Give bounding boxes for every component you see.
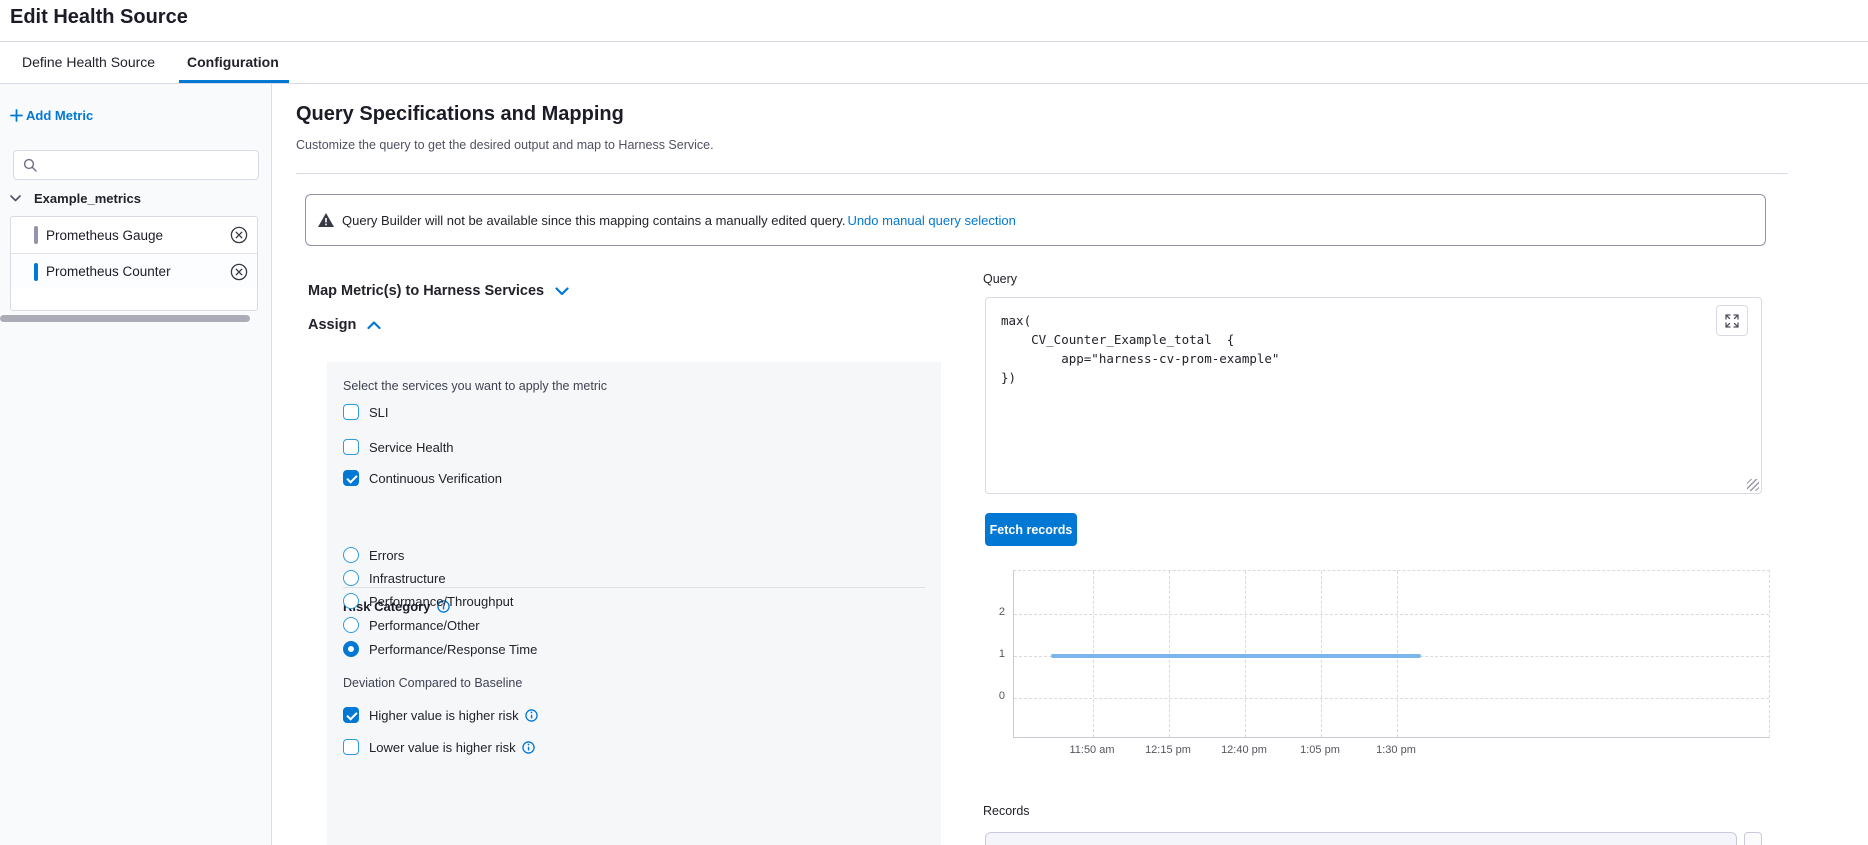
query-editor[interactable]: max( CV_Counter_Example_total { app="har…: [985, 297, 1762, 494]
radio-button[interactable]: [343, 593, 359, 609]
search-icon: [23, 158, 37, 172]
radio-button[interactable]: [343, 641, 359, 657]
section-divider: [296, 173, 1788, 174]
remove-metric-icon[interactable]: [230, 226, 248, 244]
chevron-down-icon: [10, 195, 21, 202]
x-axis-tick: 12:15 pm: [1138, 744, 1198, 756]
add-metric-button[interactable]: Add Metric: [10, 108, 93, 123]
radio-performance-throughput[interactable]: Performance/Throughput: [343, 593, 514, 609]
radio-label: Performance/Throughput: [369, 594, 514, 609]
edit-health-source-screen: Edit Health Source Define Health Source …: [0, 0, 1868, 845]
map-metrics-toggle[interactable]: Map Metric(s) to Harness Services: [308, 283, 569, 299]
deviation-label: Deviation Compared to Baseline: [343, 676, 522, 690]
checkbox-sli[interactable]: SLI: [343, 404, 389, 420]
main-content: Query Specifications and Mapping Customi…: [272, 84, 1868, 845]
tab-bar: Define Health Source Configuration: [0, 42, 1868, 84]
warning-text: Query Builder will not be available sinc…: [342, 213, 845, 228]
checkbox-label: Service Health: [369, 440, 454, 455]
checkbox-label: SLI: [369, 405, 389, 420]
search-input[interactable]: [44, 158, 244, 172]
assign-toggle[interactable]: Assign: [308, 317, 381, 333]
sidebar-horizontal-scrollbar[interactable]: [0, 315, 250, 322]
metric-accent-bar: [34, 263, 38, 281]
checkbox-label: Higher value is higher risk: [369, 708, 519, 723]
gridline: [1014, 698, 1769, 699]
radio-performance-other[interactable]: Performance/Other: [343, 617, 480, 633]
y-axis-tick: 0: [985, 690, 1005, 702]
y-axis-tick: 2: [985, 606, 1005, 618]
radio-performance-response-time[interactable]: Performance/Response Time: [343, 641, 537, 657]
services-label: Select the services you want to apply th…: [343, 379, 607, 393]
chevron-down-icon: [555, 287, 569, 296]
chart-series-line: [1051, 654, 1421, 658]
page-title: Edit Health Source: [10, 6, 188, 29]
x-axis-tick: 1:05 pm: [1290, 744, 1350, 756]
fullscreen-icon: [1725, 314, 1739, 328]
records-scrollbar[interactable]: [1744, 832, 1762, 845]
radio-button[interactable]: [343, 547, 359, 563]
add-metric-label: Add Metric: [26, 108, 93, 123]
checkbox-higher-value-higher-risk[interactable]: Higher value is higher risk: [343, 707, 538, 723]
records-box: [985, 832, 1737, 845]
remove-metric-icon[interactable]: [230, 263, 248, 281]
radio-label: Errors: [369, 548, 404, 563]
y-axis-tick: 1: [985, 648, 1005, 660]
radio-infrastructure[interactable]: Infrastructure: [343, 570, 446, 586]
x-axis-tick: 1:30 pm: [1366, 744, 1426, 756]
tab-define-health-source[interactable]: Define Health Source: [22, 54, 155, 70]
radio-label: Performance/Response Time: [369, 642, 537, 657]
active-tab-underline: [179, 80, 289, 83]
radio-errors[interactable]: Errors: [343, 547, 404, 563]
metric-group-toggle[interactable]: Example_metrics: [10, 191, 141, 206]
x-axis-tick: 11:50 am: [1062, 744, 1122, 756]
panel-divider: [343, 587, 925, 588]
checkbox-continuous-verification[interactable]: Continuous Verification: [343, 470, 502, 486]
metric-item-prometheus-gauge[interactable]: Prometheus Gauge: [11, 217, 257, 253]
checkbox-box[interactable]: [343, 739, 359, 755]
checkbox-box[interactable]: [343, 707, 359, 723]
metric-group-name: Example_metrics: [34, 191, 141, 206]
radio-label: Infrastructure: [369, 571, 446, 586]
undo-query-selection-link[interactable]: Undo manual query selection: [847, 213, 1015, 228]
radio-button[interactable]: [343, 570, 359, 586]
query-builder-warning: Query Builder will not be available sinc…: [305, 194, 1766, 246]
page-header: Edit Health Source: [0, 0, 1868, 42]
section-heading: Query Specifications and Mapping: [296, 103, 624, 126]
assign-label: Assign: [308, 317, 356, 333]
radio-button[interactable]: [343, 617, 359, 633]
metric-item-label: Prometheus Counter: [46, 264, 171, 279]
metric-item-prometheus-counter[interactable]: Prometheus Counter: [11, 253, 257, 289]
tab-configuration[interactable]: Configuration: [187, 54, 279, 70]
metric-accent-bar: [34, 226, 38, 244]
fetch-records-button[interactable]: Fetch records: [985, 513, 1077, 546]
records-label: Records: [983, 804, 1030, 818]
radio-label: Performance/Other: [369, 618, 480, 633]
query-results-chart: [1013, 570, 1770, 738]
warning-triangle-icon: [318, 213, 334, 227]
x-axis-tick: 12:40 pm: [1214, 744, 1274, 756]
metric-list: Prometheus Gauge Prometheus Counter: [10, 216, 258, 311]
info-icon[interactable]: [522, 741, 535, 754]
checkbox-service-health[interactable]: Service Health: [343, 439, 454, 455]
resize-grip[interactable]: [1747, 479, 1759, 491]
metric-item-label: Prometheus Gauge: [46, 228, 163, 243]
checkbox-box[interactable]: [343, 439, 359, 455]
checkbox-label: Continuous Verification: [369, 471, 502, 486]
query-label: Query: [983, 272, 1017, 286]
checkbox-box[interactable]: [343, 404, 359, 420]
checkbox-lower-value-higher-risk[interactable]: Lower value is higher risk: [343, 739, 535, 755]
metric-search[interactable]: [13, 150, 259, 180]
checkbox-label: Lower value is higher risk: [369, 740, 516, 755]
checkbox-box[interactable]: [343, 470, 359, 486]
map-metrics-label: Map Metric(s) to Harness Services: [308, 283, 544, 299]
section-subheading: Customize the query to get the desired o…: [296, 138, 714, 152]
chevron-up-icon: [367, 321, 381, 330]
info-icon[interactable]: [525, 709, 538, 722]
gridline: [1014, 614, 1769, 615]
plus-icon: [10, 109, 23, 122]
assign-panel: Select the services you want to apply th…: [327, 362, 941, 845]
metrics-sidebar: Add Metric Example_metrics Prometheus Ga…: [0, 84, 272, 845]
expand-query-button[interactable]: [1716, 305, 1748, 336]
query-code[interactable]: max( CV_Counter_Example_total { app="har…: [1001, 311, 1279, 387]
